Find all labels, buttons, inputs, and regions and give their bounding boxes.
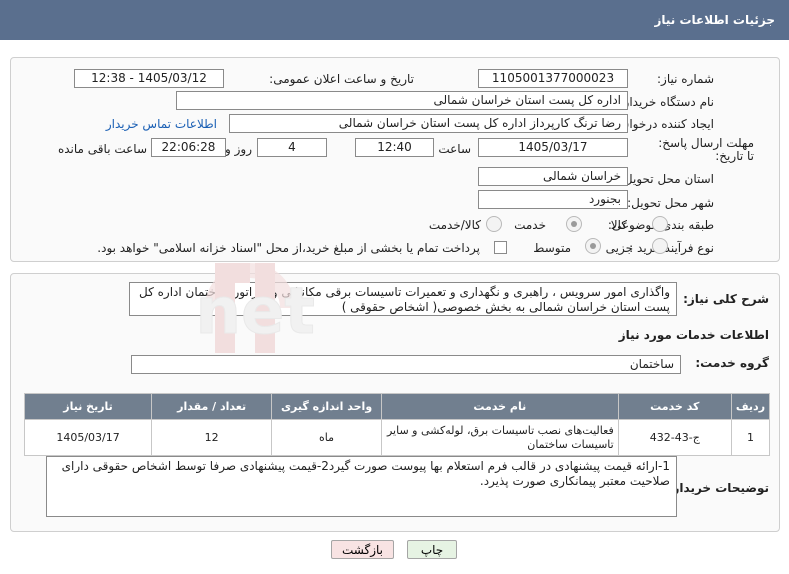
print-button[interactable]: چاپ: [407, 540, 457, 559]
process-minor-label: جزیی: [605, 241, 633, 255]
city-label: شهر محل تحویل:: [627, 196, 714, 210]
days-label: روز و: [225, 142, 252, 156]
services-table: ردیف کد خدمت نام خدمت واحد اندازه گیری ت…: [23, 393, 771, 456]
category-service-label: خدمت: [514, 218, 546, 232]
deadline-time-label: ساعت: [438, 142, 471, 156]
buyer-org-field: اداره کل پست استان خراسان شمالی: [176, 91, 628, 110]
process-type-label: نوع فرآیند خرید :: [629, 241, 714, 255]
remaining-days-field: 4: [257, 138, 327, 157]
col-quantity: تعداد / مقدار: [151, 393, 273, 420]
page-header: جزئیات اطلاعات نیاز: [0, 0, 789, 40]
process-medium-radio[interactable]: [585, 238, 601, 254]
table-row: 1 ج-43-432 فعالیت‌های نصب تاسیسات برق، ل…: [23, 419, 771, 456]
category-both-label: کالا/خدمت: [428, 218, 481, 232]
col-service-code: کد خدمت: [617, 393, 732, 420]
category-both-radio[interactable]: [486, 216, 502, 232]
service-group-label: گروه خدمت:: [695, 356, 769, 370]
row-number: 1: [730, 419, 771, 456]
remaining-time-field: 22:06:28: [151, 138, 226, 157]
buyer-notes-label: توضیحات خریدار:: [667, 481, 769, 495]
need-number-field: 1105001377000023: [478, 69, 628, 88]
col-service-name: نام خدمت: [380, 393, 619, 420]
quantity: 12: [151, 419, 273, 456]
services-table-header: ردیف کد خدمت نام خدمت واحد اندازه گیری ت…: [23, 393, 771, 420]
col-row: ردیف: [730, 393, 771, 420]
treasury-payment-checkbox[interactable]: [494, 241, 507, 254]
need-number-label: شماره نیاز:: [657, 72, 714, 86]
category-goods-label: کالا: [610, 218, 627, 232]
process-medium-label: متوسط: [533, 241, 571, 255]
summary-text: واگذاری امور سرویس ، راهبری و نگهداری و …: [129, 282, 677, 316]
announce-date-label: تاریخ و ساعت اعلان عمومی:: [269, 72, 414, 86]
col-unit: واحد اندازه گیری: [271, 393, 382, 420]
payment-note: پرداخت تمام یا بخشی از مبلغ خرید،از محل …: [97, 241, 480, 255]
buyer-notes-text: 1-ارائه قیمت پیشنهادی در قالب فرم استعلا…: [46, 456, 677, 517]
summary-label: شرح کلی نیاز:: [683, 292, 769, 306]
city-field: بجنورد: [478, 190, 628, 209]
service-name: فعالیت‌های نصب تاسیسات برق، لوله‌کشی و س…: [380, 419, 619, 456]
deadline-label: مهلت ارسال پاسخ: تا تاریخ:: [658, 136, 754, 163]
buyer-contact-link[interactable]: اطلاعات تماس خریدار: [106, 117, 217, 131]
announce-date-field: 1405/03/12 - 12:38: [74, 69, 224, 88]
need-date: 1405/03/17: [23, 419, 153, 456]
service-code: ج-43-432: [617, 419, 732, 456]
back-button[interactable]: بازگشت: [331, 540, 394, 559]
unit: ماه: [271, 419, 382, 456]
deadline-date-field: 1405/03/17: [478, 138, 628, 157]
remaining-time-label: ساعت باقی مانده: [57, 142, 147, 156]
process-minor-radio[interactable]: [652, 238, 668, 254]
page-title: جزئیات اطلاعات نیاز: [654, 13, 775, 27]
creator-field: رضا ترنگ کارپرداز اداره کل پست استان خرا…: [229, 114, 628, 133]
category-service-radio[interactable]: [566, 216, 582, 232]
service-group-field: ساختمان: [131, 355, 681, 374]
category-goods-radio[interactable]: [652, 216, 668, 232]
buyer-org-label: نام دستگاه خریدار:: [619, 95, 715, 109]
services-section-title: اطلاعات خدمات مورد نیاز: [618, 328, 769, 342]
deadline-time-field: 12:40: [355, 138, 434, 157]
province-field: خراسان شمالی: [478, 167, 628, 186]
province-label: استان محل تحویل:: [619, 172, 714, 186]
col-need-date: تاریخ نیاز: [23, 393, 153, 420]
